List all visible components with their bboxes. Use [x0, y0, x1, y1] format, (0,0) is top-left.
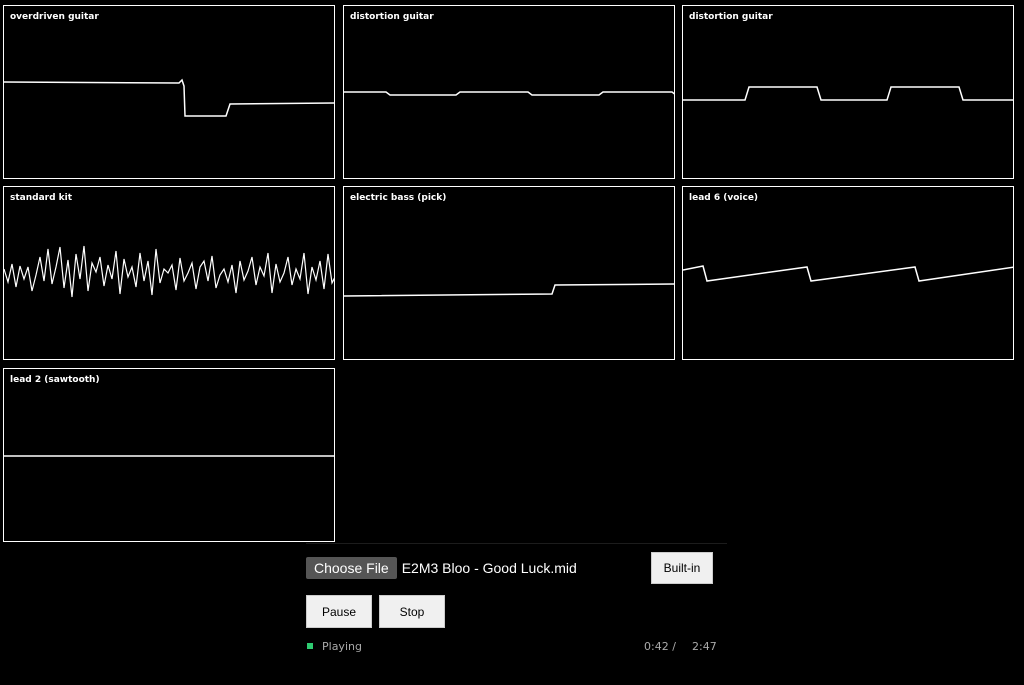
status-text: Playing: [322, 640, 362, 653]
channel-panel-lead-6-voice: lead 6 (voice): [682, 186, 1014, 360]
selected-file-name: E2M3 Bloo - Good Luck.mid: [401, 560, 577, 576]
channel-panel-standard-kit: standard kit: [3, 186, 335, 360]
total-time: 2:47: [692, 640, 717, 653]
channel-panel-overdriven-guitar: overdriven guitar: [3, 5, 335, 179]
waveform-oscilloscope: [4, 245, 334, 298]
status-indicator-icon: [307, 643, 313, 649]
builtin-button[interactable]: Built-in: [651, 552, 713, 584]
waveform-oscilloscope: [683, 265, 1013, 282]
waveform-oscilloscope: [683, 86, 1013, 101]
channel-panel-lead-2-sawtooth: lead 2 (sawtooth): [3, 368, 335, 542]
waveform-oscilloscope: [4, 78, 334, 117]
playback-status: Playing 0:42 / 2:47: [306, 640, 717, 654]
choose-file-button[interactable]: Choose File: [306, 557, 397, 579]
pause-button[interactable]: Pause: [306, 595, 372, 628]
waveform-oscilloscope: [344, 283, 674, 297]
current-time: 0:42 /: [644, 640, 676, 653]
channel-panel-electric-bass-pick: electric bass (pick): [343, 186, 675, 360]
waveform-oscilloscope: [344, 91, 674, 96]
midi-player-page: overdriven guitar distortion guitar dist…: [0, 0, 1024, 685]
player-controls: Choose File E2M3 Bloo - Good Luck.mid Bu…: [306, 543, 727, 669]
file-picker: Choose File E2M3 Bloo - Good Luck.mid: [306, 557, 577, 579]
channel-panel-distortion-guitar-2: distortion guitar: [682, 5, 1014, 179]
stop-button[interactable]: Stop: [379, 595, 445, 628]
channel-panel-distortion-guitar-1: distortion guitar: [343, 5, 675, 179]
waveform-oscilloscope: [4, 455, 334, 457]
